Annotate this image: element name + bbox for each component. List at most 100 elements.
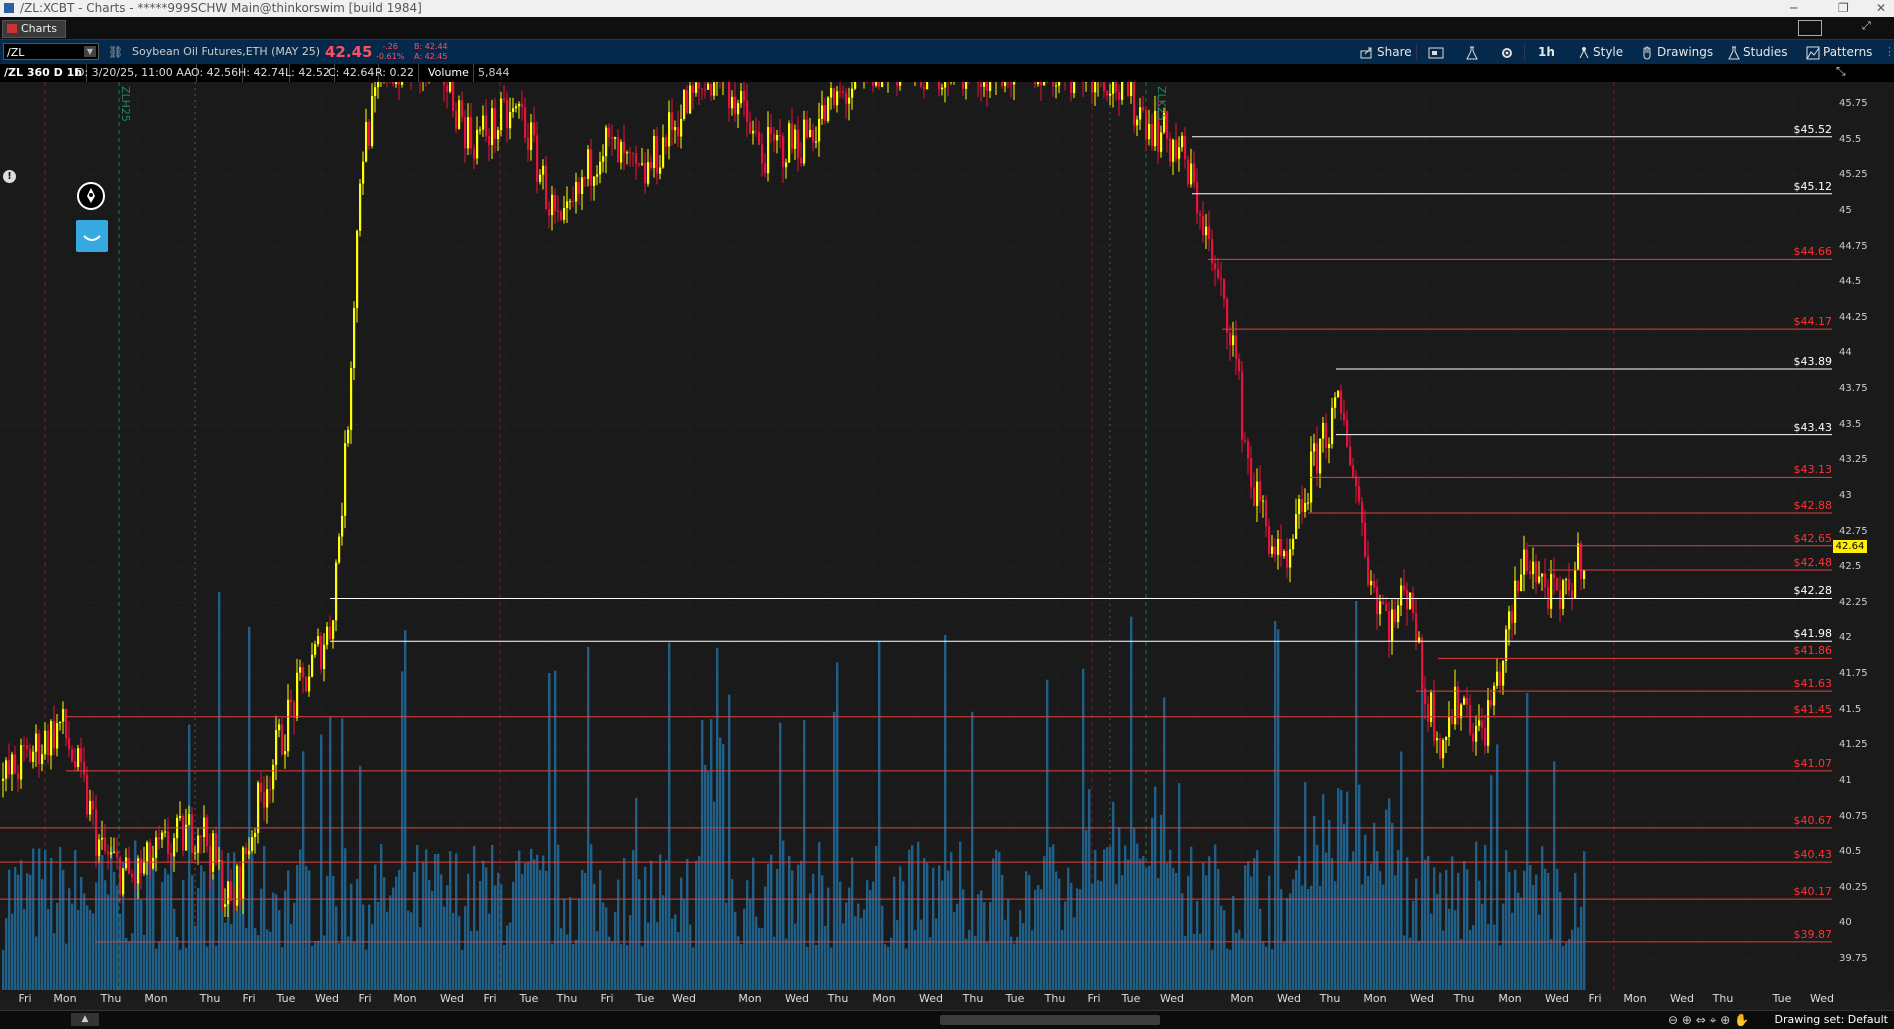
volume-bar [833, 712, 835, 990]
share-button[interactable]: Share [1360, 42, 1412, 62]
down-candle [1253, 487, 1255, 506]
up-candle [35, 734, 37, 752]
down-candle [617, 137, 619, 162]
pen-drawing-tool-icon[interactable] [77, 182, 105, 210]
symbol-input[interactable]: /ZL ▼ [3, 43, 99, 60]
volume-bar [488, 914, 490, 990]
up-candle [1130, 82, 1132, 96]
volume-bar [824, 926, 826, 990]
patterns-button[interactable]: Patterns [1806, 42, 1872, 62]
volume-bar [452, 913, 454, 990]
price-axis-tick: 45.25 [1839, 170, 1868, 180]
hand-pan-icon[interactable]: ✋ [1734, 1013, 1749, 1027]
reset-zoom-icon[interactable]: ⊕ [1720, 1013, 1730, 1027]
tab-charts[interactable]: Charts [2, 20, 66, 38]
up-candle [194, 853, 196, 854]
volume-bar [1340, 790, 1342, 990]
volume-bar [1238, 930, 1240, 990]
down-candle [773, 134, 775, 140]
down-candle [95, 809, 97, 856]
zoom-out-icon[interactable]: ⊖ [1668, 1013, 1678, 1027]
time-axis-tick: Tue [1773, 993, 1792, 1005]
drawing-toolbar-icon[interactable] [76, 220, 108, 252]
pan-horizontal-icon[interactable]: ⇔ [1696, 1013, 1706, 1027]
volume-bar [233, 852, 235, 990]
volume-bar [551, 944, 553, 990]
up-candle [1532, 562, 1534, 575]
expand-panel-button[interactable]: ▲ [71, 1013, 99, 1026]
up-candle [641, 163, 643, 164]
up-candle [530, 122, 532, 149]
volume-bar [815, 945, 817, 990]
time-axis-tick: Thu [828, 993, 849, 1005]
symbol-dropdown-icon[interactable]: ▼ [84, 46, 96, 57]
volume-bar [428, 880, 430, 990]
volume-bar [1445, 870, 1447, 990]
up-candle [56, 723, 58, 748]
volume-bar [1574, 873, 1576, 990]
volume-bar [641, 946, 643, 990]
drawings-button[interactable]: Drawings [1641, 42, 1713, 62]
volume-bar [353, 941, 355, 990]
volume-bar [1196, 901, 1198, 990]
volume-bar [773, 937, 775, 990]
down-candle [53, 721, 55, 748]
down-candle [704, 90, 706, 91]
up-candle [1304, 503, 1306, 512]
down-candle [506, 100, 508, 128]
toolbar-overflow-icon[interactable]: ⋮ [1884, 40, 1894, 64]
up-candle [593, 177, 595, 186]
down-candle [1169, 139, 1171, 162]
window-layout-icon[interactable] [1798, 20, 1822, 36]
up-candle [374, 87, 376, 96]
volume-bar [1079, 889, 1081, 990]
up-candle [1139, 107, 1141, 119]
collapse-chart-icon[interactable]: ⤡ [1836, 64, 1846, 79]
volume-bar [1334, 881, 1336, 990]
down-candle [698, 82, 700, 88]
minimize-icon[interactable]: ─ [1790, 0, 1797, 17]
up-candle [101, 838, 103, 840]
down-candle [290, 700, 292, 702]
volume-bar [719, 737, 721, 990]
volume-bar [1031, 930, 1033, 990]
alert-icon[interactable]: ! [3, 170, 16, 183]
crosshair-icon[interactable]: ⌖ [1710, 1013, 1717, 1027]
studies-button[interactable]: Studies [1728, 42, 1788, 62]
flexible-grid-button[interactable] [1428, 42, 1447, 62]
detach-icon[interactable]: ⤢ [1862, 19, 1871, 33]
volume-bar [1208, 856, 1210, 990]
volume-bar [287, 870, 289, 990]
down-candle [1406, 590, 1408, 609]
volume-bar [548, 673, 550, 990]
zoom-in-icon[interactable]: ⊕ [1682, 1013, 1692, 1027]
down-candle [1286, 551, 1288, 567]
maximize-icon[interactable]: ❐ [1838, 0, 1849, 17]
close-icon[interactable]: ✕ [1876, 0, 1886, 17]
volume-bar [1016, 937, 1018, 990]
style-button[interactable]: Style [1578, 42, 1623, 62]
volume-bar [1490, 775, 1492, 990]
volume-bar [1499, 945, 1501, 990]
settings-button[interactable] [1500, 42, 1517, 62]
chart-scrollbar[interactable] [940, 1015, 1160, 1025]
time-axis-tick: Thu [200, 993, 221, 1005]
studies-lab-button[interactable] [1466, 42, 1481, 62]
volume-bar [572, 944, 574, 990]
link-icon[interactable]: ⛓ [108, 40, 123, 64]
volume-bar [1265, 947, 1267, 990]
volume-bar [656, 922, 658, 990]
volume-bar [86, 905, 88, 990]
up-candle [77, 748, 79, 767]
price-axis-tick: 44.5 [1839, 277, 1861, 287]
down-candle [1415, 613, 1417, 642]
up-candle [794, 130, 796, 149]
chart-canvas[interactable]: ZLH25ZLK25 [0, 82, 1894, 994]
up-candle [44, 731, 46, 755]
bid-ask: B: 42.44 A: 42.45 [414, 42, 448, 62]
up-candle [1112, 82, 1114, 94]
volume-bar [866, 880, 868, 990]
price-chart-area[interactable]: ZLH25ZLK25 ! $45.52$45.12$44.66$44.17$43… [0, 82, 1894, 994]
timeframe-button[interactable]: 1h [1538, 42, 1555, 62]
down-candle [824, 105, 826, 121]
